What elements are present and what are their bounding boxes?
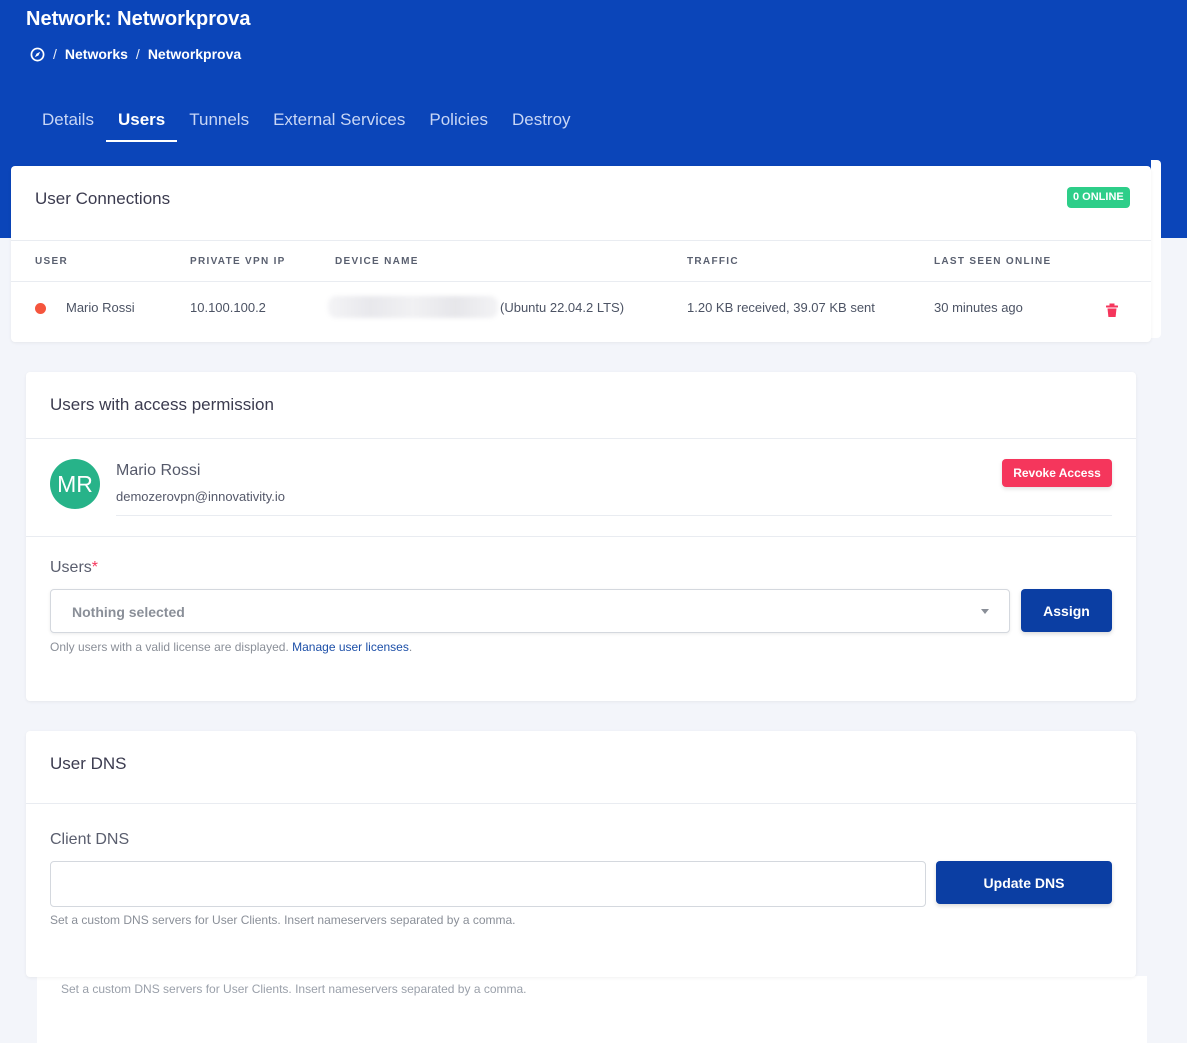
breadcrumb-networks[interactable]: Networks <box>65 46 128 62</box>
tab-destroy[interactable]: Destroy <box>500 104 583 142</box>
client-dns-label: Client DNS <box>50 831 130 848</box>
cell-last-seen: 30 minutes ago <box>934 300 1023 315</box>
tab-users[interactable]: Users <box>105 104 178 142</box>
section-divider <box>26 536 1136 537</box>
revoke-access-button[interactable]: Revoke Access <box>1002 459 1112 487</box>
cell-device-os: (Ubuntu 22.04.2 LTS) <box>500 300 625 315</box>
assign-button[interactable]: Assign <box>1021 589 1112 632</box>
cell-traffic: 1.20 KB received, 39.07 KB sent <box>687 300 875 315</box>
breadcrumb-current[interactable]: Networkprova <box>148 46 241 62</box>
manage-licenses-link[interactable]: Manage user licenses <box>292 640 409 654</box>
user-dns-title: User DNS <box>50 754 127 773</box>
redacted-device-name <box>328 296 498 318</box>
tab-external-services[interactable]: External Services <box>261 104 417 142</box>
users-field-label: Users* <box>50 559 98 577</box>
avatar: MR <box>50 459 100 509</box>
trash-icon[interactable] <box>1105 303 1119 318</box>
online-count-badge: 0 ONLINE <box>1067 187 1130 208</box>
update-dns-button[interactable]: Update DNS <box>936 861 1112 904</box>
card-divider <box>11 240 1151 241</box>
access-permission-title: Users with access permission <box>50 395 274 414</box>
tab-tunnels[interactable]: Tunnels <box>177 104 261 142</box>
column-header-traffic: TRAFFIC <box>687 256 739 267</box>
permission-user-name: Mario Rossi <box>116 462 201 479</box>
cell-ip: 10.100.100.2 <box>190 300 266 315</box>
card-divider <box>26 803 1136 804</box>
list-item-divider <box>116 515 1112 516</box>
users-select[interactable]: Nothing selected <box>50 589 1010 633</box>
column-header-user: USER <box>35 256 68 267</box>
breadcrumb: / Networks / Networkprova <box>30 45 241 63</box>
ghost-help-text: Set a custom DNS servers for User Client… <box>61 982 527 996</box>
column-header-device: DEVICE NAME <box>335 256 419 267</box>
license-help-prefix: Only users with a valid license are disp… <box>50 640 289 654</box>
breadcrumb-separator: / <box>53 46 57 62</box>
underlying-card: Set a custom DNS servers for User Client… <box>37 976 1147 1043</box>
required-mark: * <box>91 559 99 576</box>
permission-user-email: demozerovpn@innovativity.io <box>116 489 286 504</box>
cell-user: Mario Rossi <box>66 300 135 315</box>
dns-help-text: Set a custom DNS servers for User Client… <box>50 913 516 927</box>
client-dns-input[interactable] <box>50 861 926 907</box>
user-connections-card <box>11 166 1151 342</box>
tab-policies[interactable]: Policies <box>417 104 500 142</box>
status-dot <box>35 303 46 314</box>
table-header-divider <box>11 281 1151 282</box>
page-title: Network: Networkprova <box>26 8 251 30</box>
caret-down-icon <box>981 609 989 614</box>
users-select-value: Nothing selected <box>72 604 185 620</box>
user-connections-title: User Connections <box>35 189 171 208</box>
card-edge <box>1151 160 1161 338</box>
license-help-suffix: . <box>408 640 413 654</box>
tab-details[interactable]: Details <box>30 104 106 142</box>
column-header-ip: PRIVATE VPN IP <box>190 256 286 267</box>
users-label-text: Users <box>50 559 92 576</box>
column-header-last-seen: LAST SEEN ONLINE <box>934 256 1052 267</box>
license-help-text: Only users with a valid license are disp… <box>50 640 412 654</box>
card-divider <box>26 438 1136 439</box>
tab-bar: Details Users Tunnels External Services … <box>30 104 583 142</box>
breadcrumb-separator: / <box>135 46 140 62</box>
user-dns-card <box>26 731 1136 977</box>
compass-icon[interactable] <box>30 47 45 62</box>
